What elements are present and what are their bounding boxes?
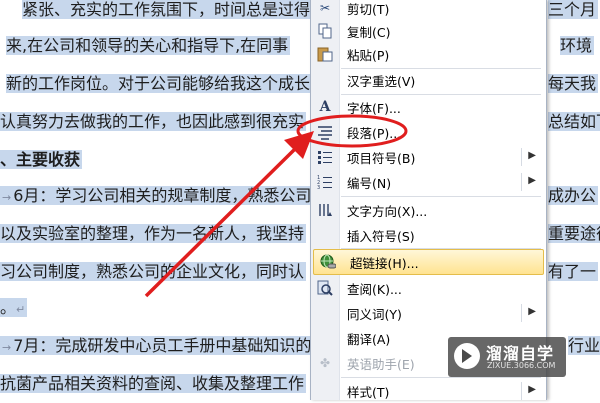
menu-item-label: 同义词(Y) xyxy=(347,307,402,322)
menu-item-font[interactable]: A 字体(F)... xyxy=(311,95,546,119)
doc-line-3: 新的工作岗位。对于公司能够给我这个成长 xyxy=(6,74,313,93)
submenu-arrow-icon: ▶ xyxy=(528,175,536,186)
submenu-divider xyxy=(521,148,522,166)
menu-item-label: 编号(N) xyxy=(347,176,392,191)
menu-item-label: 字体(F)... xyxy=(347,101,401,116)
menu-item-label: 超链接(H)... xyxy=(350,256,419,271)
menu-item-label: 粘贴(P) xyxy=(347,48,390,63)
bullets-icon xyxy=(317,149,333,165)
paste-icon xyxy=(317,46,333,62)
doc-line-9: 。↵ xyxy=(0,298,28,317)
doc-line-8: 习公司制度，熟悉公司的企业文化，同时认 xyxy=(0,262,307,281)
doc-line-11: 抗菌产品相关资料的查阅、收集及整理工作 xyxy=(0,374,307,393)
doc-heading-main-gains: 、主要收获 xyxy=(0,150,83,169)
doc-right-fragment-1: 三个月 xyxy=(548,0,599,19)
svg-text:3: 3 xyxy=(317,185,320,190)
menu-item-styles[interactable]: 样式(T) ▶ xyxy=(311,379,546,403)
doc-line-4: 认真努力去做我的工作，也因此感到很充实 xyxy=(0,112,307,131)
copy-icon xyxy=(317,23,333,39)
doc-right-fragment-5: 成办公 xyxy=(548,186,599,205)
doc-right-fragment-8: 行业 xyxy=(568,336,600,356)
doc-line-2: 来,在公司和领导的关心和指导下,在同事 xyxy=(6,36,291,55)
doc-right-fragment-6: 重要途径 xyxy=(548,224,600,244)
menu-separator xyxy=(341,377,541,378)
doc-right-fragment-3: 每天我 xyxy=(548,74,599,93)
watermark-site: ZIXUE.3066.COM xyxy=(487,361,556,370)
submenu-arrow-icon: ▶ xyxy=(528,384,536,395)
text-direction-icon xyxy=(317,202,333,218)
menu-item-text-direction[interactable]: 文字方向(X)... xyxy=(311,198,546,222)
menu-item-label: 段落(P)... xyxy=(347,126,402,141)
doc-right-fragment-7: 有了一 xyxy=(548,262,599,281)
menu-item-label: 插入符号(S) xyxy=(347,229,415,244)
menu-item-paste[interactable]: 粘贴(P) xyxy=(311,42,546,66)
menu-item-copy[interactable]: 复制(C) xyxy=(311,19,546,43)
menu-item-bullets[interactable]: 项目符号(B) ▶ xyxy=(311,145,546,169)
play-logo-icon xyxy=(454,343,480,369)
menu-item-reselect-chinese[interactable]: 汉字重选(V) xyxy=(311,68,546,92)
english-assistant-icon: ✤ xyxy=(319,356,331,370)
submenu-divider xyxy=(521,173,522,191)
hyperlink-icon xyxy=(320,254,337,270)
menu-item-cut[interactable]: ✂ 剪切(T) xyxy=(311,0,546,20)
menu-item-label: 汉字重选(V) xyxy=(347,74,416,89)
numbering-icon: 123 xyxy=(317,174,333,191)
submenu-arrow-icon: ▶ xyxy=(528,150,536,161)
menu-item-label: 查阅(K)... xyxy=(347,282,402,297)
scissors-icon: ✂ xyxy=(319,1,331,15)
doc-line-7: 以及实验室的整理，作为一名新人，我坚持 xyxy=(0,224,307,243)
menu-item-label: 翻译(A) xyxy=(347,332,391,347)
menu-item-label: 剪切(T) xyxy=(347,2,390,17)
menu-item-label: 项目符号(B) xyxy=(347,151,416,166)
menu-item-label: 复制(C) xyxy=(347,25,391,40)
submenu-divider xyxy=(521,304,522,322)
menu-item-synonyms[interactable]: 同义词(Y) ▶ xyxy=(311,301,546,325)
menu-separator xyxy=(341,196,541,197)
menu-item-label: 文字方向(X)... xyxy=(347,204,428,219)
menu-item-insert-symbol[interactable]: 插入符号(S) xyxy=(311,223,546,247)
submenu-arrow-icon: ▶ xyxy=(528,306,536,317)
menu-item-label: 样式(T) xyxy=(347,385,390,400)
lookup-icon xyxy=(317,280,333,296)
submenu-divider xyxy=(521,382,522,400)
menu-item-label: 英语助手(E) xyxy=(347,357,415,372)
menu-item-hyperlink[interactable]: 超链接(H)... xyxy=(313,249,544,275)
watermark: 溜溜自学 ZIXUE.3066.COM xyxy=(448,337,566,377)
doc-line-1: 紧张、充实的工作氛围下，时间总是过得 xyxy=(22,0,313,19)
doc-line-6: → 6月：学习公司相关的规章制度，熟悉公司 xyxy=(0,186,314,205)
font-icon: A xyxy=(319,99,331,115)
paragraph-icon xyxy=(317,124,333,140)
menu-item-numbering[interactable]: 123 编号(N) ▶ xyxy=(311,170,546,194)
doc-right-fragment-4: 总结如下 xyxy=(548,112,600,132)
doc-line-10: → 7月：完成研发中心员工手册中基础知识的 xyxy=(0,336,314,355)
menu-item-paragraph[interactable]: 段落(P)... xyxy=(311,120,546,144)
menu-item-lookup[interactable]: 查阅(K)... xyxy=(311,276,546,300)
doc-right-fragment-2: 环境 xyxy=(560,36,595,55)
